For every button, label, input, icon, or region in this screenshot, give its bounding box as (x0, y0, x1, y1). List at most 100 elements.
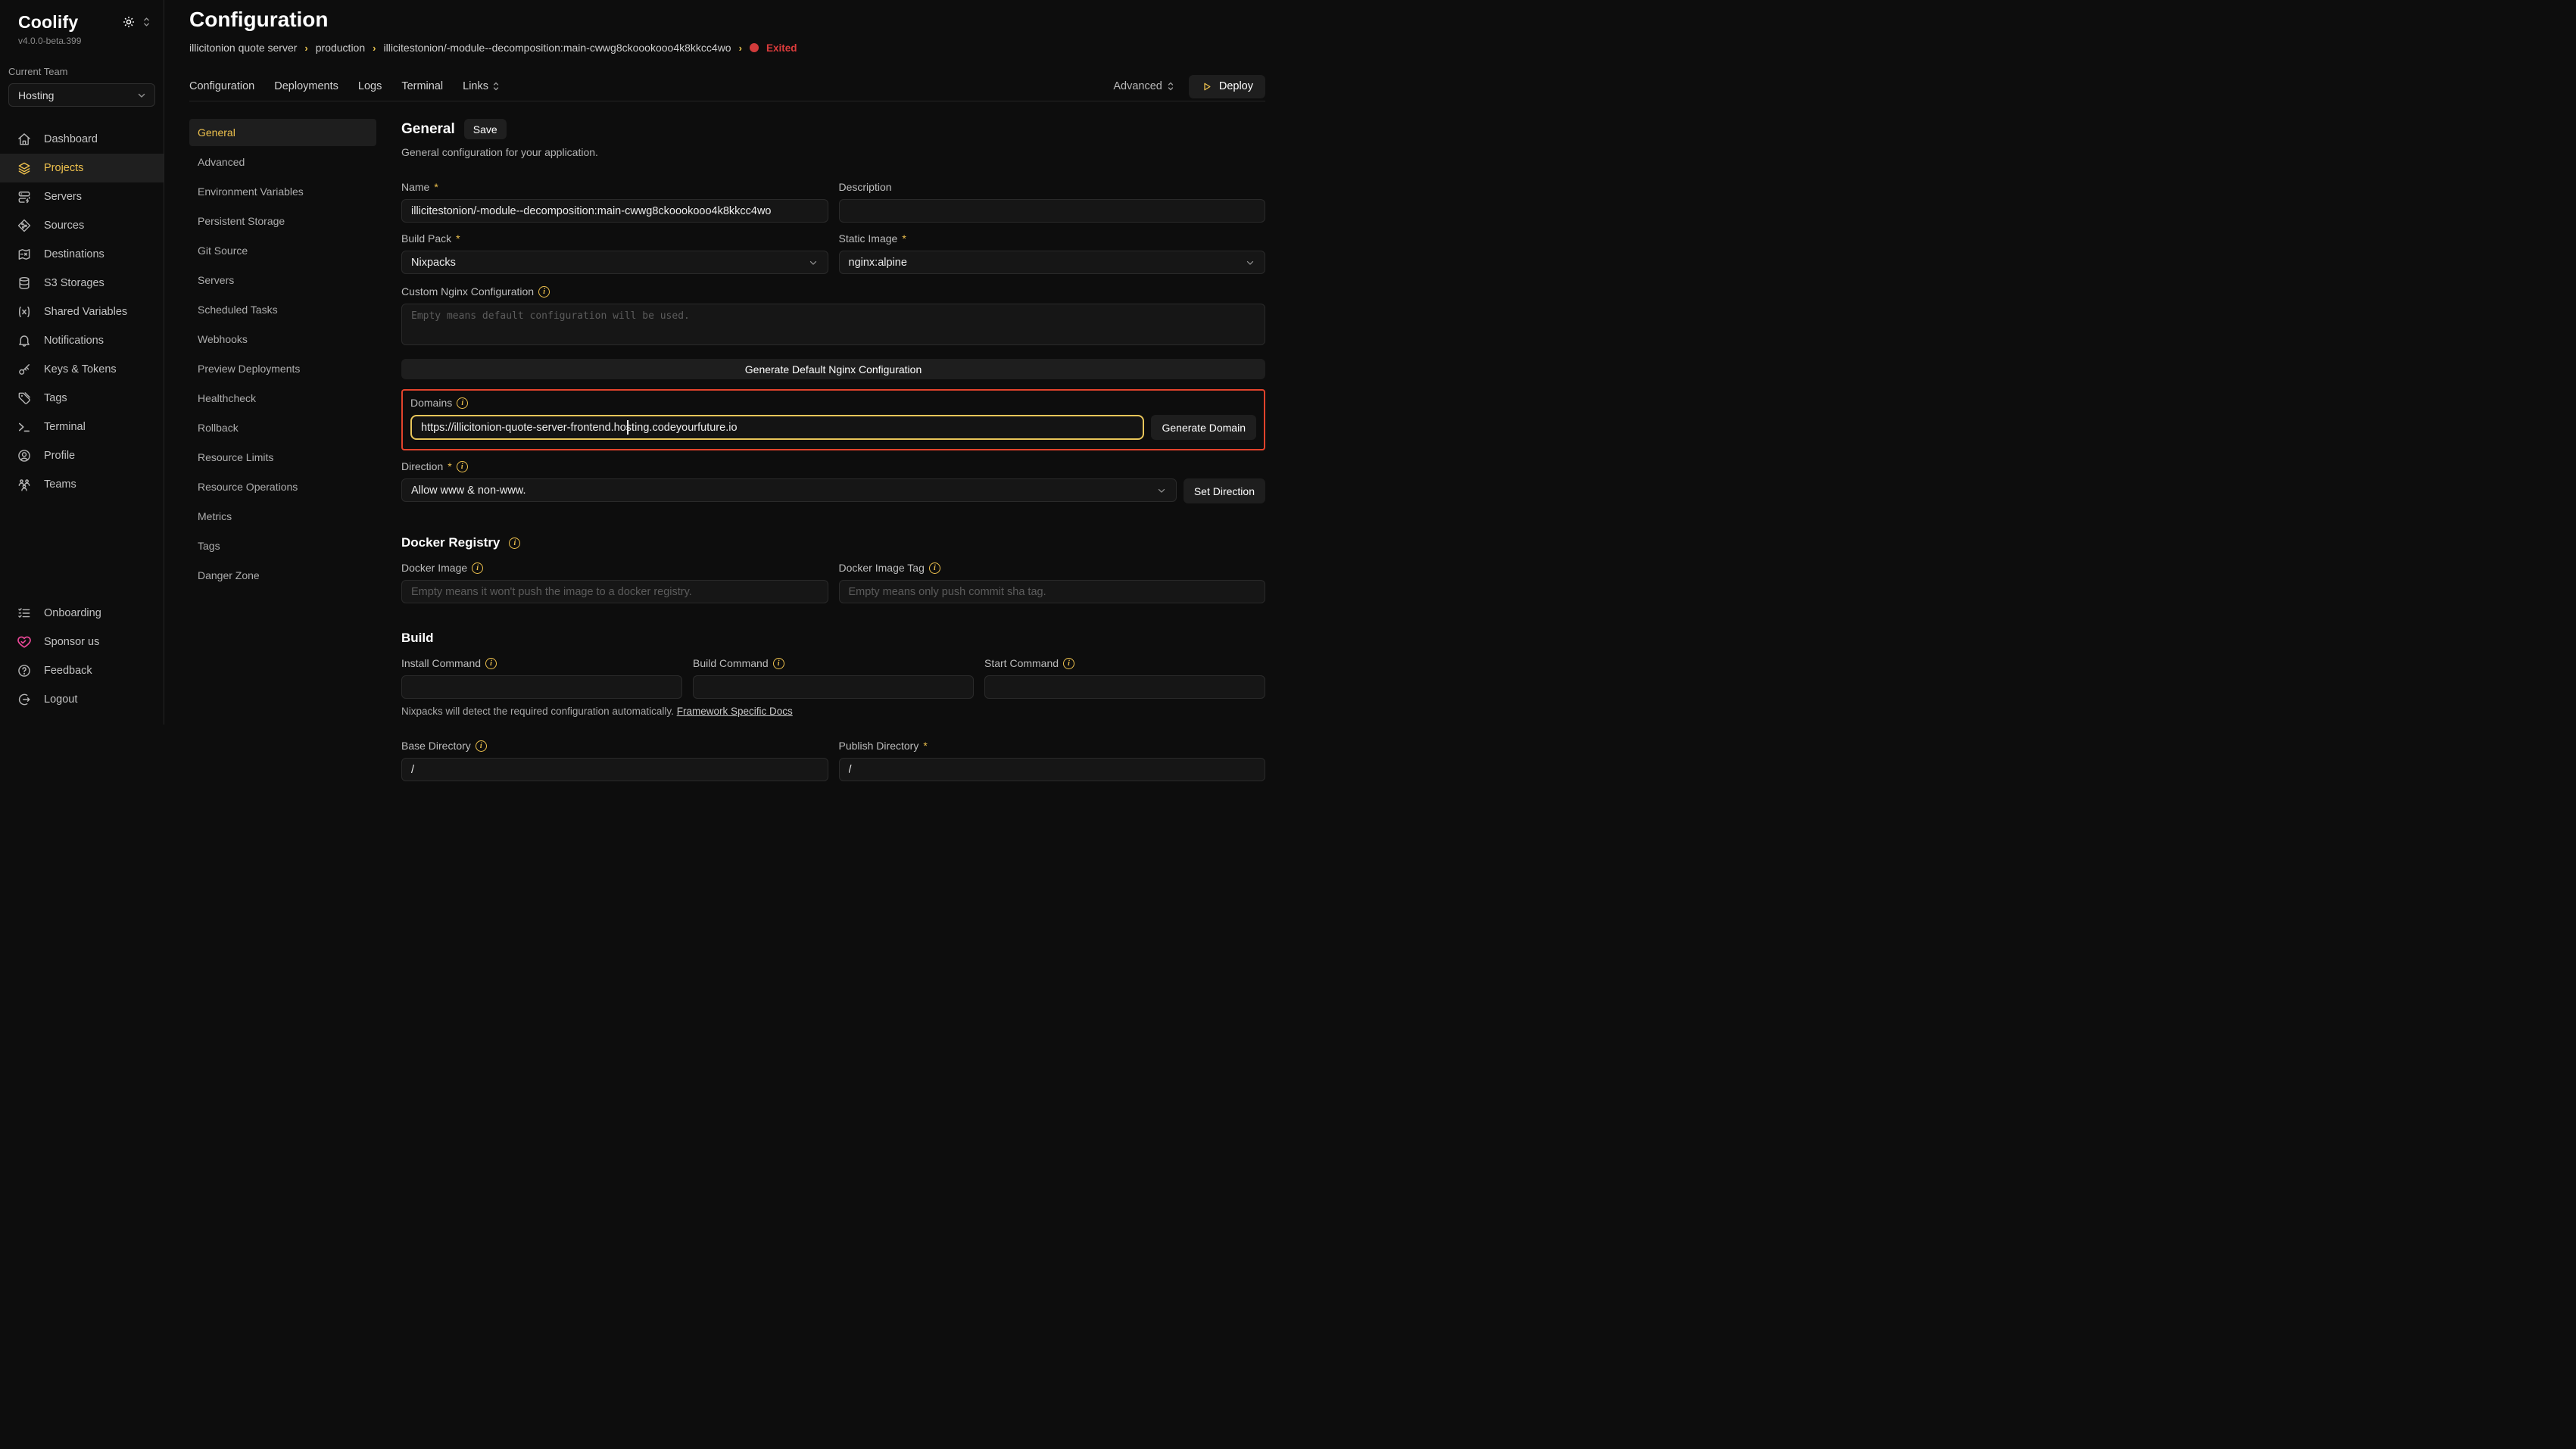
info-icon[interactable]: i (457, 461, 468, 472)
info-icon[interactable]: i (457, 397, 468, 409)
sidebar-item-logout[interactable]: Logout (0, 685, 164, 714)
section-subtitle: General configuration for your applicati… (401, 146, 1265, 158)
sidebar-item-terminal[interactable]: Terminal (0, 413, 164, 441)
subnav-item-metrics[interactable]: Metrics (189, 503, 376, 530)
git-source-icon (17, 218, 32, 233)
subnav-item-scheduled-tasks[interactable]: Scheduled Tasks (189, 296, 376, 323)
sidebar-item-projects[interactable]: Projects (0, 154, 164, 182)
generate-domain-button[interactable]: Generate Domain (1151, 415, 1256, 440)
sidebar-item-feedback[interactable]: Feedback (0, 656, 164, 685)
sidebar-item-keys-tokens[interactable]: Keys & Tokens (0, 355, 164, 384)
advanced-menu[interactable]: Advanced (1113, 80, 1175, 92)
server-icon (17, 189, 32, 204)
install-command-label: Install Command i (401, 657, 682, 669)
publish-directory-label: Publish Directory* (839, 740, 1266, 752)
info-icon[interactable]: i (929, 562, 940, 574)
docker-image-input[interactable] (401, 580, 828, 603)
breadcrumb-environment[interactable]: production (316, 42, 365, 54)
subnav-item-rollback[interactable]: Rollback (189, 414, 376, 441)
subnav-item-advanced[interactable]: Advanced (189, 148, 376, 176)
description-input[interactable] (839, 199, 1266, 223)
info-icon[interactable]: i (773, 658, 784, 669)
subnav-item-resource-limits[interactable]: Resource Limits (189, 444, 376, 471)
sidebar-item-destinations[interactable]: Destinations (0, 240, 164, 269)
breadcrumb-application[interactable]: illicitestonion/-module--decomposition:m… (383, 42, 731, 54)
name-label: Name* (401, 181, 828, 193)
subnav-item-healthcheck[interactable]: Healthcheck (189, 385, 376, 412)
key-icon (17, 362, 32, 377)
terminal-icon (17, 419, 32, 435)
name-input[interactable] (401, 199, 828, 223)
docker-image-tag-label: Docker Image Tag i (839, 562, 1266, 574)
selector-icon (491, 81, 501, 92)
direction-select[interactable]: Allow www & non-www. (401, 478, 1177, 502)
subnav-item-general[interactable]: General (189, 119, 376, 146)
sidebar-item-dashboard[interactable]: Dashboard (0, 125, 164, 154)
start-command-input[interactable] (984, 675, 1265, 699)
checklist-icon (17, 606, 32, 621)
info-icon[interactable]: i (538, 286, 550, 298)
bell-icon (17, 333, 32, 348)
base-directory-input[interactable] (401, 758, 828, 781)
generate-nginx-button[interactable]: Generate Default Nginx Configuration (401, 359, 1265, 379)
subnav-item-resource-operations[interactable]: Resource Operations (189, 473, 376, 500)
theme-sun-icon[interactable] (122, 15, 136, 29)
build-pack-select[interactable]: Nixpacks (401, 251, 828, 274)
tab-links-label: Links (463, 80, 488, 92)
sidebar-item-onboarding[interactable]: Onboarding (0, 599, 164, 628)
tab-terminal[interactable]: Terminal (401, 80, 443, 92)
subnav-item-persistent-storage[interactable]: Persistent Storage (189, 207, 376, 235)
subnav-item-servers[interactable]: Servers (189, 266, 376, 294)
sidebar-item-notifications[interactable]: Notifications (0, 326, 164, 355)
required-asterisk: * (456, 232, 460, 245)
subnav-item-preview-deployments[interactable]: Preview Deployments (189, 355, 376, 382)
tab-logs[interactable]: Logs (358, 80, 382, 92)
team-select[interactable]: Hosting (8, 83, 155, 107)
docker-image-tag-input[interactable] (839, 580, 1266, 603)
deploy-button[interactable]: Deploy (1189, 75, 1265, 98)
custom-nginx-textarea[interactable] (401, 304, 1265, 345)
description-label: Description (839, 181, 1266, 193)
tab-links[interactable]: Links (463, 80, 501, 92)
tab-configuration[interactable]: Configuration (189, 80, 254, 92)
subnav-item-git-source[interactable]: Git Source (189, 237, 376, 264)
sidebar-item-sources[interactable]: Sources (0, 211, 164, 240)
required-asterisk: * (448, 460, 451, 472)
domains-label: Domains i (410, 397, 1256, 409)
publish-directory-input[interactable] (839, 758, 1266, 781)
sidebar-item-sponsor-us[interactable]: Sponsor us (0, 628, 164, 656)
sidebar-item-teams[interactable]: Teams (0, 470, 164, 499)
sidebar-item-servers[interactable]: Servers (0, 182, 164, 211)
set-direction-button[interactable]: Set Direction (1184, 478, 1265, 503)
info-icon[interactable]: i (476, 740, 487, 752)
sidebar-item-label: Sources (44, 220, 84, 232)
subnav-item-webhooks[interactable]: Webhooks (189, 326, 376, 353)
tab-deployments[interactable]: Deployments (274, 80, 338, 92)
breadcrumb-project[interactable]: illicitonion quote server (189, 42, 297, 54)
theme-selector-icon[interactable] (142, 16, 151, 28)
selector-icon (1166, 81, 1175, 92)
install-command-input[interactable] (401, 675, 682, 699)
build-command-input[interactable] (693, 675, 974, 699)
info-icon[interactable]: i (509, 538, 520, 549)
static-image-select[interactable]: nginx:alpine (839, 251, 1266, 274)
info-icon[interactable]: i (1063, 658, 1074, 669)
user-circle-icon (17, 448, 32, 463)
sidebar-item-tags[interactable]: Tags (0, 384, 164, 413)
domains-input[interactable] (410, 415, 1144, 440)
app-logo[interactable]: Coolify (18, 12, 78, 33)
main-area: Configuration illicitonion quote server … (164, 0, 1288, 781)
info-icon[interactable]: i (472, 562, 483, 574)
sidebar-item-s3-storages[interactable]: S3 Storages (0, 269, 164, 298)
info-icon[interactable]: i (485, 658, 497, 669)
subnav-item-tags[interactable]: Tags (189, 532, 376, 559)
subnav-item-danger-zone[interactable]: Danger Zone (189, 562, 376, 589)
required-asterisk: * (902, 232, 906, 245)
subnav-item-environment-variables[interactable]: Environment Variables (189, 178, 376, 205)
save-button[interactable]: Save (464, 119, 507, 139)
sidebar-item-profile[interactable]: Profile (0, 441, 164, 470)
app-version: v4.0.0-beta.399 (0, 33, 164, 46)
sidebar-item-shared-variables[interactable]: Shared Variables (0, 298, 164, 326)
framework-docs-link[interactable]: Framework Specific Docs (677, 706, 793, 717)
page-title: Configuration (189, 0, 1265, 32)
